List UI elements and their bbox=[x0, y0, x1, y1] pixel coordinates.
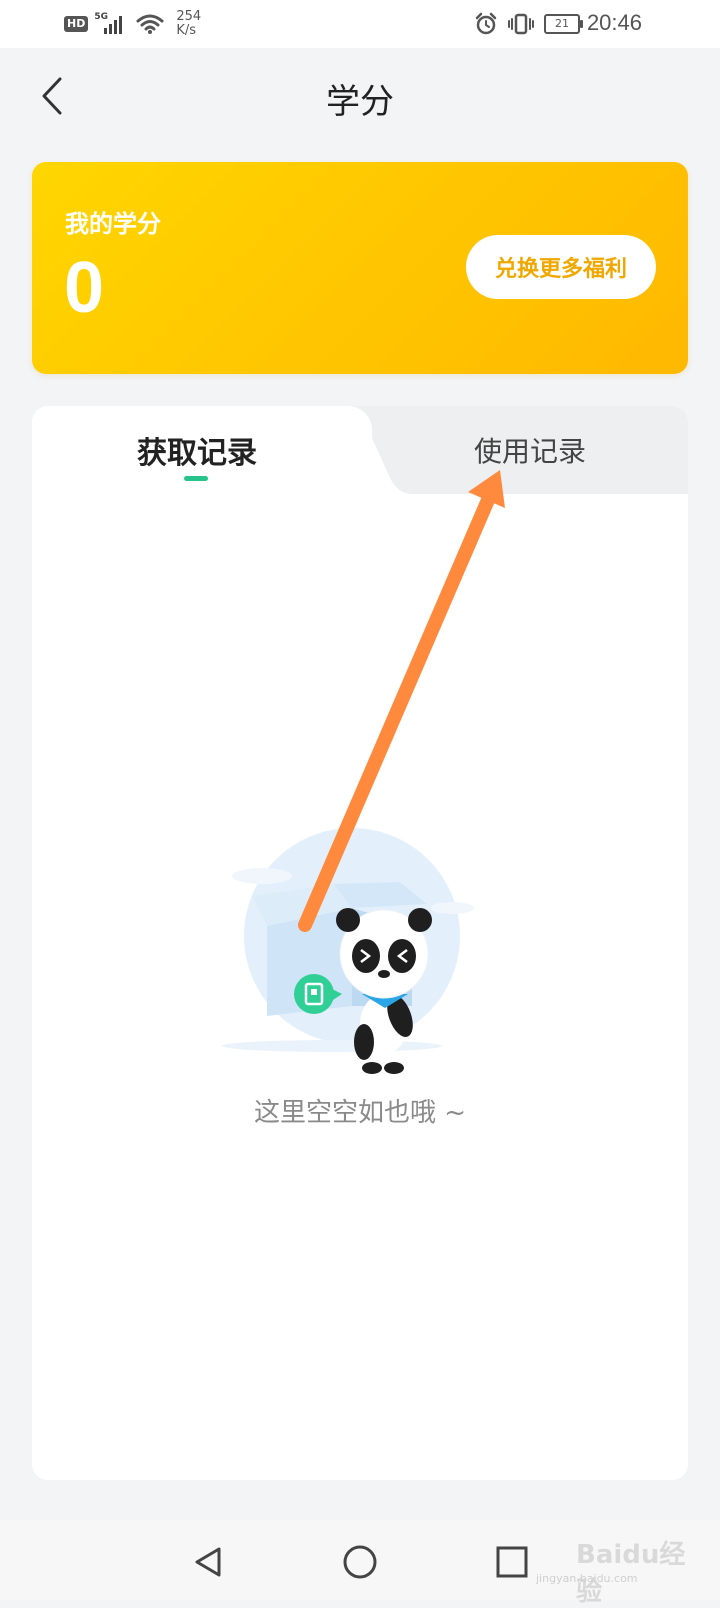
hd-badge: HD bbox=[64, 16, 89, 32]
network-speed: 254 K/s bbox=[176, 10, 201, 38]
circle-home-icon bbox=[343, 1545, 377, 1579]
tab-usage-records[interactable]: 使用记录 bbox=[372, 406, 688, 494]
speed-unit: K/s bbox=[176, 23, 197, 38]
clock: 20:46 bbox=[586, 10, 642, 35]
signal-icon: 5G bbox=[94, 12, 130, 36]
watermark-logo: Baidu经验 bbox=[576, 1540, 686, 1607]
page-header: 学分 bbox=[0, 48, 720, 144]
status-bar: HD 5G 254 K/s 21 20:46 bbox=[0, 0, 720, 48]
vibrate-icon bbox=[508, 13, 534, 35]
records-panel: 获取记录 使用记录 这里空空如也哦 ~ bbox=[32, 406, 688, 1480]
speed-value: 254 bbox=[176, 9, 202, 24]
wifi-icon bbox=[136, 14, 164, 34]
credit-card: 我的学分 0 兑换更多福利 bbox=[32, 162, 688, 374]
page-title: 学分 bbox=[326, 82, 394, 122]
nav-home-button[interactable] bbox=[336, 1538, 384, 1586]
system-nav-bar: Baidu经验 jingyan.baidu.com bbox=[0, 1520, 720, 1607]
active-tab-indicator bbox=[184, 476, 208, 481]
battery-icon: 21 bbox=[544, 14, 583, 34]
credit-label: 我的学分 bbox=[65, 210, 161, 238]
empty-state-message: 这里空空如也哦 ~ bbox=[253, 1098, 467, 1128]
nav-back-button[interactable] bbox=[184, 1538, 232, 1586]
baidu-watermark: Baidu经验 jingyan.baidu.com bbox=[536, 1530, 686, 1607]
credit-value: 0 bbox=[64, 248, 105, 328]
watermark-url: jingyan.baidu.com bbox=[536, 1572, 638, 1585]
nav-recent-apps-button[interactable] bbox=[488, 1538, 536, 1586]
triangle-back-icon bbox=[195, 1547, 221, 1577]
panda-with-box-illustration bbox=[222, 828, 474, 1074]
square-recent-icon bbox=[496, 1546, 528, 1578]
status-right: 21 bbox=[474, 10, 583, 38]
redeem-benefits-button[interactable]: 兑换更多福利 bbox=[466, 235, 656, 299]
alarm-icon bbox=[475, 12, 497, 35]
status-left: HD 5G 254 K/s bbox=[64, 10, 201, 38]
